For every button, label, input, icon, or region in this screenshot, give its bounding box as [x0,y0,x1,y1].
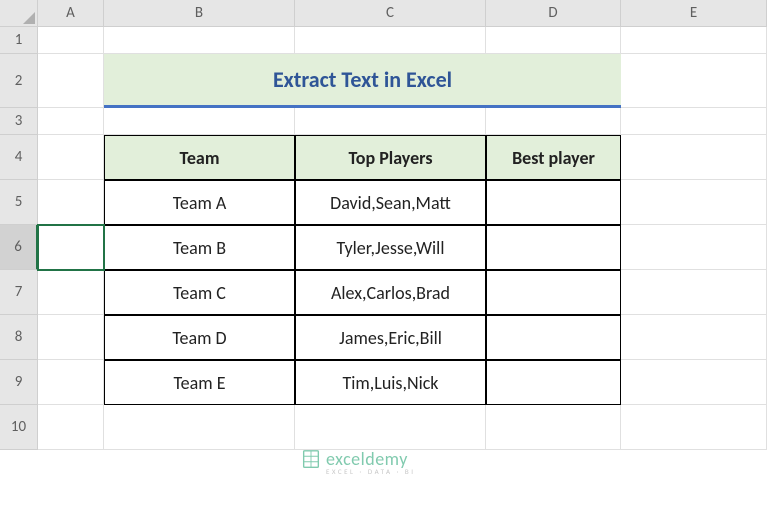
cell-A5[interactable] [38,180,104,225]
row-header-8[interactable]: 8 [0,315,38,360]
th-best[interactable]: Best player [486,135,621,180]
col-header-A[interactable]: A [38,0,104,27]
td-top-3[interactable]: James,Eric,Bill [295,315,486,360]
cell-E9[interactable] [621,360,767,405]
th-top[interactable]: Top Players [295,135,486,180]
cell-A3[interactable] [38,108,104,135]
cell-A2[interactable] [38,54,104,108]
td-top-4[interactable]: Tim,Luis,Nick [295,360,486,405]
cell-A8[interactable] [38,315,104,360]
td-best-3[interactable] [486,315,621,360]
cell-A4[interactable] [38,135,104,180]
cell-B1[interactable] [104,27,295,54]
row-header-2[interactable]: 2 [0,54,38,108]
td-team-4[interactable]: Team E [104,360,295,405]
row-header-6[interactable]: 6 [0,225,38,270]
cell-A6[interactable] [38,225,104,270]
cell-E6[interactable] [621,225,767,270]
cell-E7[interactable] [621,270,767,315]
td-best-0[interactable] [486,180,621,225]
row-header-1[interactable]: 1 [0,27,38,54]
cell-A9[interactable] [38,360,104,405]
td-top-0[interactable]: David,Sean,Matt [295,180,486,225]
td-best-4[interactable] [486,360,621,405]
cell-D3[interactable] [486,108,621,135]
row-header-7[interactable]: 7 [0,270,38,315]
col-header-C[interactable]: C [295,0,486,27]
td-team-2[interactable]: Team C [104,270,295,315]
cell-C3[interactable] [295,108,486,135]
row-header-10[interactable]: 10 [0,405,38,450]
spreadsheet-icon [300,448,322,476]
title-cell[interactable]: Extract Text in Excel [104,54,621,108]
td-team-0[interactable]: Team A [104,180,295,225]
cell-B3[interactable] [104,108,295,135]
th-team[interactable]: Team [104,135,295,180]
cell-E2[interactable] [621,54,767,108]
col-header-D[interactable]: D [486,0,621,27]
td-top-1[interactable]: Tyler,Jesse,Will [295,225,486,270]
row-header-5[interactable]: 5 [0,180,38,225]
row-header-9[interactable]: 9 [0,360,38,405]
td-top-2[interactable]: Alex,Carlos,Brad [295,270,486,315]
cell-E1[interactable] [621,27,767,54]
col-header-E[interactable]: E [621,0,767,27]
cell-C10[interactable] [295,405,486,450]
cell-E3[interactable] [621,108,767,135]
td-best-2[interactable] [486,270,621,315]
td-best-1[interactable] [486,225,621,270]
cell-E10[interactable] [621,405,767,450]
cell-B10[interactable] [104,405,295,450]
watermark-tag: EXCEL · DATA · BI [326,468,416,475]
td-team-1[interactable]: Team B [104,225,295,270]
cell-E4[interactable] [621,135,767,180]
cell-A1[interactable] [38,27,104,54]
select-all-corner[interactable] [0,0,38,27]
cell-D10[interactable] [486,405,621,450]
row-header-3[interactable]: 3 [0,108,38,135]
col-header-B[interactable]: B [104,0,295,27]
cell-A10[interactable] [38,405,104,450]
watermark-name: exceldemy [326,450,416,468]
spreadsheet-grid: A B C D E 1 2 Extract Text in Excel 3 4 … [0,0,767,450]
cell-C1[interactable] [295,27,486,54]
row-header-4[interactable]: 4 [0,135,38,180]
cell-A7[interactable] [38,270,104,315]
td-team-3[interactable]: Team D [104,315,295,360]
cell-E8[interactable] [621,315,767,360]
cell-E5[interactable] [621,180,767,225]
watermark: exceldemy EXCEL · DATA · BI [300,448,416,476]
cell-D1[interactable] [486,27,621,54]
